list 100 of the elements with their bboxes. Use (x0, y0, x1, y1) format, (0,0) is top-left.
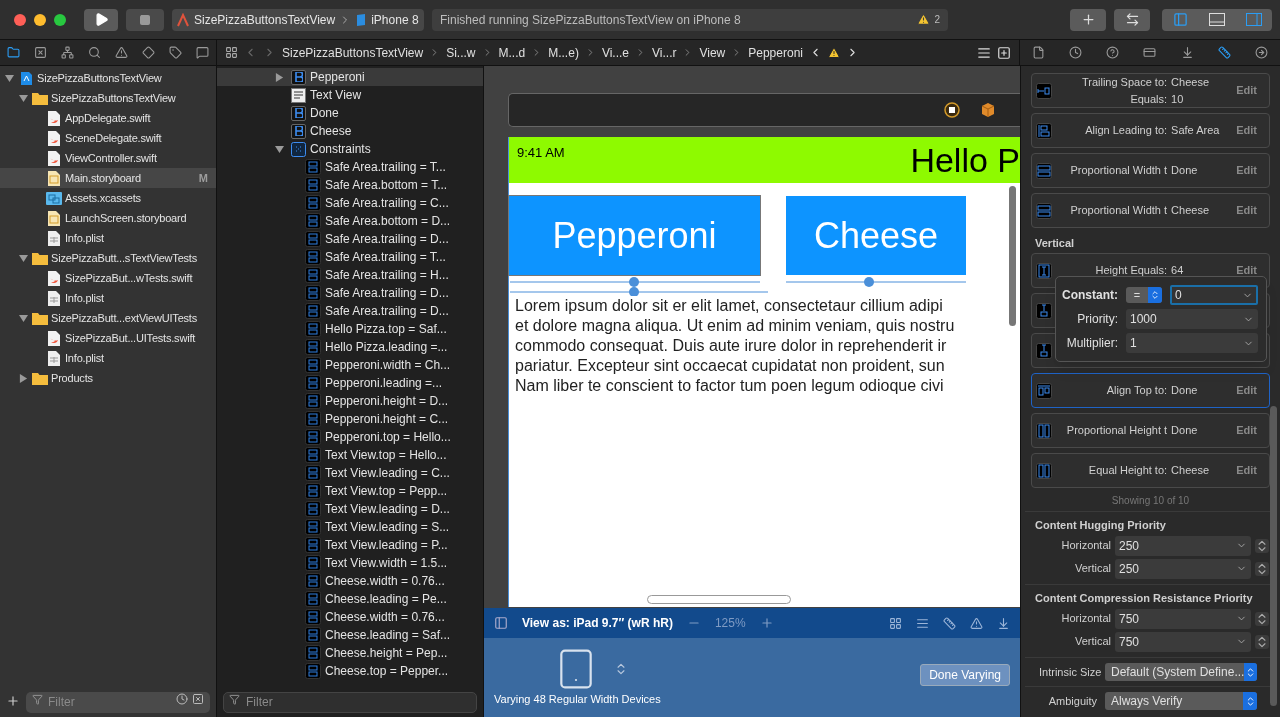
outline-item[interactable]: Cheese.height = Pep... (217, 644, 483, 662)
outline-item[interactable]: Safe Area.trailing = D... (217, 302, 483, 320)
outline-item[interactable]: Text View.leading = S... (217, 518, 483, 536)
search-icon[interactable] (88, 46, 101, 59)
file-icon[interactable] (1032, 46, 1046, 59)
code-review-button[interactable] (1114, 8, 1150, 31)
tag-icon[interactable] (169, 46, 182, 59)
outline-item[interactable]: Cheese.width = 0.76... (217, 608, 483, 626)
edit-button[interactable]: Edit (1236, 202, 1265, 219)
outline-item[interactable]: Cheese.width = 0.76... (217, 572, 483, 590)
stepper-icon[interactable] (1255, 538, 1269, 553)
grid-icon[interactable] (225, 46, 238, 59)
priority-combo-box[interactable]: 750 (1115, 608, 1251, 629)
x-box-icon[interactable] (34, 46, 47, 59)
outline-item[interactable]: Hello Pizza.leading =... (217, 338, 483, 356)
outline-item[interactable]: Safe Area.trailing = C... (217, 194, 483, 212)
constraint-card[interactable]: Proportional Width t Done Edit (1031, 153, 1270, 188)
outline-item[interactable]: Cheese.leading = Pe... (217, 590, 483, 608)
outline-item[interactable]: Pepperoni.top = Hello... (217, 428, 483, 446)
edit-button[interactable]: Edit (1236, 382, 1265, 399)
outline-item[interactable]: Safe Area.trailing = D... (217, 230, 483, 248)
priority-combo-box[interactable]: 750 (1115, 631, 1251, 652)
file-tree-item[interactable]: Info.plist (0, 348, 216, 368)
folder-icon[interactable] (7, 46, 20, 59)
outline-item[interactable]: Pepperoni.height = D... (217, 392, 483, 410)
close-window-button[interactable] (14, 13, 26, 26)
file-tree-item[interactable]: SceneDelegate.swift (0, 128, 216, 148)
view-as-label[interactable]: View as: iPad 9.7″ (wR hR) (522, 614, 673, 632)
breadcrumb-item[interactable]: Pepperoni (748, 43, 803, 62)
scheme-selector[interactable]: SizePizzaButtonsTextView iPhone 8 (172, 8, 424, 31)
outline-item[interactable]: Pepperoni.width = Ch... (217, 356, 483, 374)
cube-icon[interactable] (980, 102, 996, 118)
edit-button[interactable]: Edit (1236, 262, 1265, 279)
breadcrumb-item[interactable]: M...e) (548, 43, 579, 62)
edit-button[interactable]: Edit (1236, 462, 1265, 479)
file-tree-item[interactable]: SizePizzaButtonsTextView (0, 88, 216, 108)
file-tree-item[interactable]: SizePizzaButtonsTextView (0, 68, 216, 88)
outline-item[interactable]: Constraints (217, 140, 483, 158)
outline-item[interactable]: Cheese.top = Pepper... (217, 662, 483, 680)
filter-field[interactable]: Filter (26, 691, 210, 713)
outline-item[interactable]: Text View.leading = D... (217, 500, 483, 518)
breadcrumb-item[interactable]: View (699, 43, 726, 62)
constraint-card[interactable]: Equal Height to: Cheese Edit (1031, 453, 1270, 488)
zoom-window-button[interactable] (54, 13, 66, 26)
warning-icon[interactable] (828, 46, 840, 59)
warning-icon[interactable] (917, 13, 931, 26)
disclosure-open-icon[interactable] (19, 253, 28, 263)
download-icon[interactable] (1180, 46, 1194, 59)
outline-item[interactable]: Pepperoni (217, 68, 483, 86)
filter-field[interactable]: Filter (223, 691, 477, 713)
file-tree-item[interactable]: Products (0, 368, 216, 388)
outline-item[interactable]: Pepperoni.leading =... (217, 374, 483, 392)
inspector-scrollbar[interactable] (1270, 406, 1277, 706)
outline-item[interactable]: Text View.leading = P... (217, 536, 483, 554)
breadcrumb-item[interactable]: Vi...e (601, 43, 629, 62)
recent-icon[interactable] (176, 693, 188, 705)
breadcrumb-item[interactable]: Vi...r (652, 43, 677, 62)
diamond-icon[interactable] (142, 46, 155, 59)
constraint-card[interactable]: Trailing Space to: Cheese Equals: 10 Edit (1031, 73, 1270, 108)
vertical-scrollbar[interactable] (1009, 186, 1016, 326)
outline-item[interactable]: Text View.width = 1.5... (217, 554, 483, 572)
outline-item[interactable]: Safe Area.bottom = T... (217, 176, 483, 194)
outline-item[interactable]: Cheese (217, 122, 483, 140)
disclosure-closed-icon[interactable] (19, 373, 28, 383)
arrow-circle-icon[interactable] (1254, 46, 1268, 59)
constraint-card[interactable]: Align Leading to: Safe Area Edit (1031, 113, 1270, 148)
priority-combo-box[interactable]: 250 (1115, 558, 1251, 579)
outline-item[interactable]: Pepperoni.height = C... (217, 410, 483, 428)
add-editor-icon[interactable] (997, 45, 1011, 60)
disclosure-open-icon[interactable] (19, 313, 28, 323)
file-tree-item[interactable]: AppDelegate.swift (0, 108, 216, 128)
add-icon[interactable] (6, 694, 20, 708)
disclosure-closed-icon[interactable] (275, 72, 284, 82)
file-tree-item[interactable]: Info.plist (0, 228, 216, 248)
disclosure-open-icon[interactable] (275, 144, 284, 154)
constraint-card[interactable]: Proportional Height t Done Edit (1031, 413, 1270, 448)
edit-button[interactable]: Edit (1236, 122, 1265, 139)
outline-item[interactable]: Done (217, 104, 483, 122)
outline-item[interactable]: Text View.top = Hello... (217, 446, 483, 464)
clock-icon[interactable] (1069, 46, 1083, 59)
message-icon[interactable] (196, 46, 209, 59)
outline-item[interactable]: Text View (217, 86, 483, 104)
horizontal-scrollbar[interactable] (647, 595, 791, 604)
constraint-card[interactable]: Proportional Width t Cheese Edit (1031, 193, 1270, 228)
breadcrumb-item[interactable]: M...d (498, 43, 526, 62)
relation-popup[interactable]: = (1126, 287, 1162, 303)
help-icon[interactable] (1106, 46, 1120, 59)
breadcrumb-item[interactable]: Si...w (446, 43, 476, 62)
outline-item[interactable]: Safe Area.trailing = D... (217, 284, 483, 302)
outline-item[interactable]: Safe Area.bottom = D... (217, 212, 483, 230)
panel-toggle-group[interactable] (1162, 8, 1272, 31)
constraint-card[interactable]: Align Top to: Done Edit (1031, 373, 1270, 408)
file-tree-item[interactable]: SizePizzaButt...sTextViewTests (0, 248, 216, 268)
stop-button[interactable] (126, 8, 164, 31)
priority-combo-box[interactable]: 1000 (1126, 309, 1258, 329)
ruler-icon[interactable] (1217, 46, 1231, 59)
hierarchy-icon[interactable] (61, 46, 74, 59)
bottom-panel-icon[interactable] (1208, 13, 1225, 26)
file-tree-item[interactable]: Assets.xcassets (0, 188, 216, 208)
outline-item[interactable]: Safe Area.trailing = H... (217, 266, 483, 284)
